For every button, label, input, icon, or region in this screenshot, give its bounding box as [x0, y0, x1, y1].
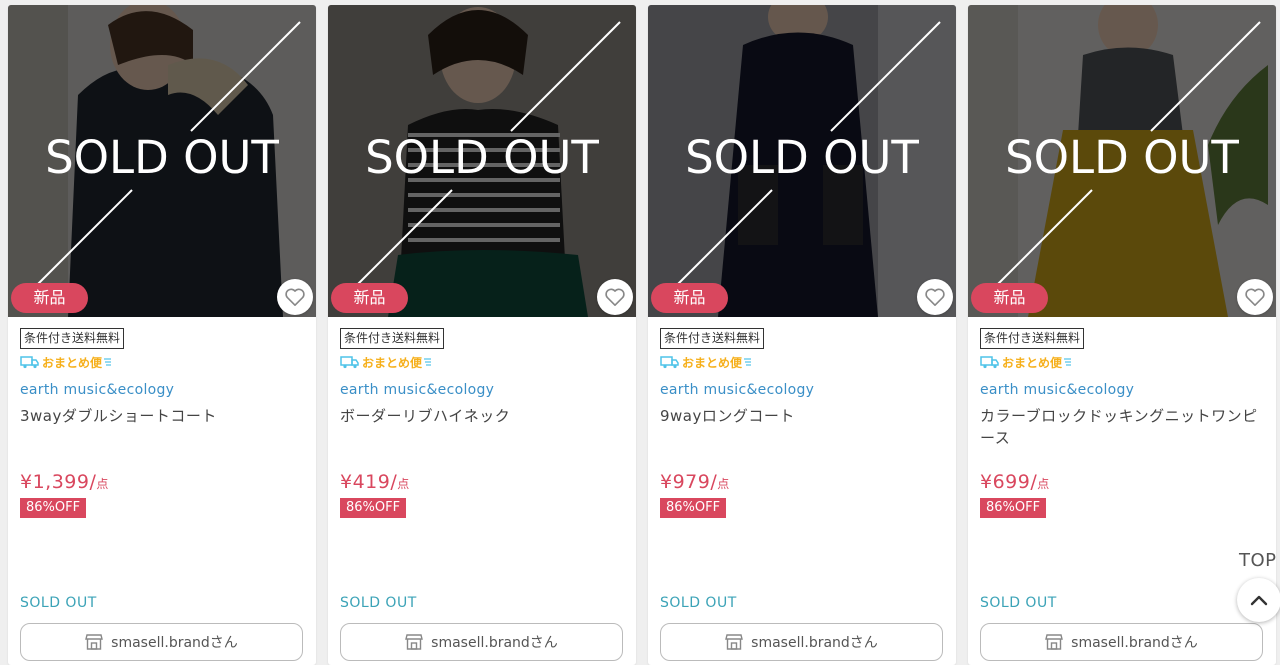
product-name[interactable]: 3wayダブルショートコート — [20, 405, 304, 471]
truck-icon — [660, 356, 679, 369]
omatome-label: おまとめ便 — [1002, 355, 1063, 370]
omatome-tag: おまとめ便 — [20, 353, 304, 371]
heart-outline-icon — [925, 288, 945, 306]
product-card[interactable]: SOLD OUT 新品 条件付き送料無料 おまとめ便 earth music&e… — [328, 5, 636, 665]
shop-name: smasell.brandさん — [111, 635, 238, 651]
storefront-icon — [405, 634, 424, 650]
discount-badge: 86%OFF — [20, 498, 87, 518]
sold-out-overlay-text: SOLD OUT — [45, 131, 279, 184]
scroll-top-label: TOP — [1239, 550, 1277, 571]
product-image[interactable]: SOLD OUT 新品 — [8, 5, 316, 317]
shipping-tag: 条件付き送料無料 — [340, 328, 445, 349]
shop-button[interactable]: smasell.brandさん — [20, 623, 303, 661]
brand-link[interactable]: earth music&ecology — [20, 382, 304, 398]
truck-icon — [340, 356, 359, 369]
price-unit: 点 — [96, 477, 109, 491]
sold-out-status: SOLD OUT — [980, 595, 1057, 611]
omatome-label: おまとめ便 — [42, 355, 103, 370]
price-value: ¥979/ — [660, 471, 718, 493]
shop-name: smasell.brandさん — [431, 635, 558, 651]
product-image[interactable]: SOLD OUT 新品 — [328, 5, 636, 317]
price-value: ¥419/ — [340, 471, 398, 493]
price-unit: 点 — [717, 477, 730, 491]
sold-out-overlay-text: SOLD OUT — [365, 131, 599, 184]
new-badge: 新品 — [11, 283, 88, 313]
price-value: ¥1,399/ — [20, 471, 97, 493]
product-name[interactable]: ボーダーリブハイネック — [340, 405, 624, 471]
favorite-button[interactable] — [1237, 279, 1273, 315]
sold-out-overlay-text: SOLD OUT — [685, 131, 919, 184]
truck-icon — [980, 356, 999, 369]
favorite-button[interactable] — [277, 279, 313, 315]
product-card[interactable]: SOLD OUT 新品 条件付き送料無料 おまとめ便 earth music&e… — [648, 5, 956, 665]
new-badge: 新品 — [971, 283, 1048, 313]
sold-out-status: SOLD OUT — [20, 595, 97, 611]
omatome-label: おまとめ便 — [682, 355, 743, 370]
shop-name: smasell.brandさん — [1071, 635, 1198, 651]
brand-link[interactable]: earth music&ecology — [340, 382, 624, 398]
price: ¥699/点 — [980, 471, 1264, 493]
product-image[interactable]: SOLD OUT 新品 — [648, 5, 956, 317]
omatome-tag: おまとめ便 — [340, 353, 624, 371]
shipping-tag: 条件付き送料無料 — [660, 328, 765, 349]
discount-badge: 86%OFF — [660, 498, 727, 518]
price-unit: 点 — [397, 477, 410, 491]
sold-out-status: SOLD OUT — [660, 595, 737, 611]
product-card[interactable]: SOLD OUT 新品 条件付き送料無料 おまとめ便 earth music&e… — [968, 5, 1276, 665]
shop-button[interactable]: smasell.brandさん — [980, 623, 1263, 661]
price-value: ¥699/ — [980, 471, 1038, 493]
product-image[interactable]: SOLD OUT 新品 — [968, 5, 1276, 317]
price: ¥1,399/点 — [20, 471, 304, 493]
price-unit: 点 — [1037, 477, 1050, 491]
heart-outline-icon — [605, 288, 625, 306]
storefront-icon — [725, 634, 744, 650]
discount-badge: 86%OFF — [980, 498, 1047, 518]
discount-badge: 86%OFF — [340, 498, 407, 518]
product-grid: SOLD OUT 新品 条件付き送料無料 おまとめ便 earth music&e… — [0, 0, 1280, 665]
truck-icon — [20, 356, 39, 369]
favorite-button[interactable] — [917, 279, 953, 315]
price: ¥979/点 — [660, 471, 944, 493]
price: ¥419/点 — [340, 471, 624, 493]
product-card[interactable]: SOLD OUT 新品 条件付き送料無料 おまとめ便 earth music&e… — [8, 5, 316, 665]
omatome-tag: おまとめ便 — [980, 353, 1264, 371]
product-name[interactable]: カラーブロックドッキングニットワンピース — [980, 405, 1264, 471]
heart-outline-icon — [1245, 288, 1265, 306]
sold-out-overlay-text: SOLD OUT — [1005, 131, 1239, 184]
shop-name: smasell.brandさん — [751, 635, 878, 651]
shipping-tag: 条件付き送料無料 — [20, 328, 125, 349]
omatome-label: おまとめ便 — [362, 355, 423, 370]
shop-button[interactable]: smasell.brandさん — [660, 623, 943, 661]
sold-out-status: SOLD OUT — [340, 595, 417, 611]
speed-lines-icon — [1064, 358, 1072, 366]
scroll-top-button[interactable] — [1237, 578, 1280, 622]
storefront-icon — [85, 634, 104, 650]
product-name[interactable]: 9wayロングコート — [660, 405, 944, 471]
brand-link[interactable]: earth music&ecology — [980, 382, 1264, 398]
favorite-button[interactable] — [597, 279, 633, 315]
omatome-tag: おまとめ便 — [660, 353, 944, 371]
shipping-tag: 条件付き送料無料 — [980, 328, 1085, 349]
storefront-icon — [1045, 634, 1064, 650]
brand-link[interactable]: earth music&ecology — [660, 382, 944, 398]
speed-lines-icon — [744, 358, 752, 366]
heart-outline-icon — [285, 288, 305, 306]
speed-lines-icon — [424, 358, 432, 366]
speed-lines-icon — [104, 358, 112, 366]
new-badge: 新品 — [651, 283, 728, 313]
chevron-up-icon — [1250, 595, 1268, 606]
shop-button[interactable]: smasell.brandさん — [340, 623, 623, 661]
new-badge: 新品 — [331, 283, 408, 313]
